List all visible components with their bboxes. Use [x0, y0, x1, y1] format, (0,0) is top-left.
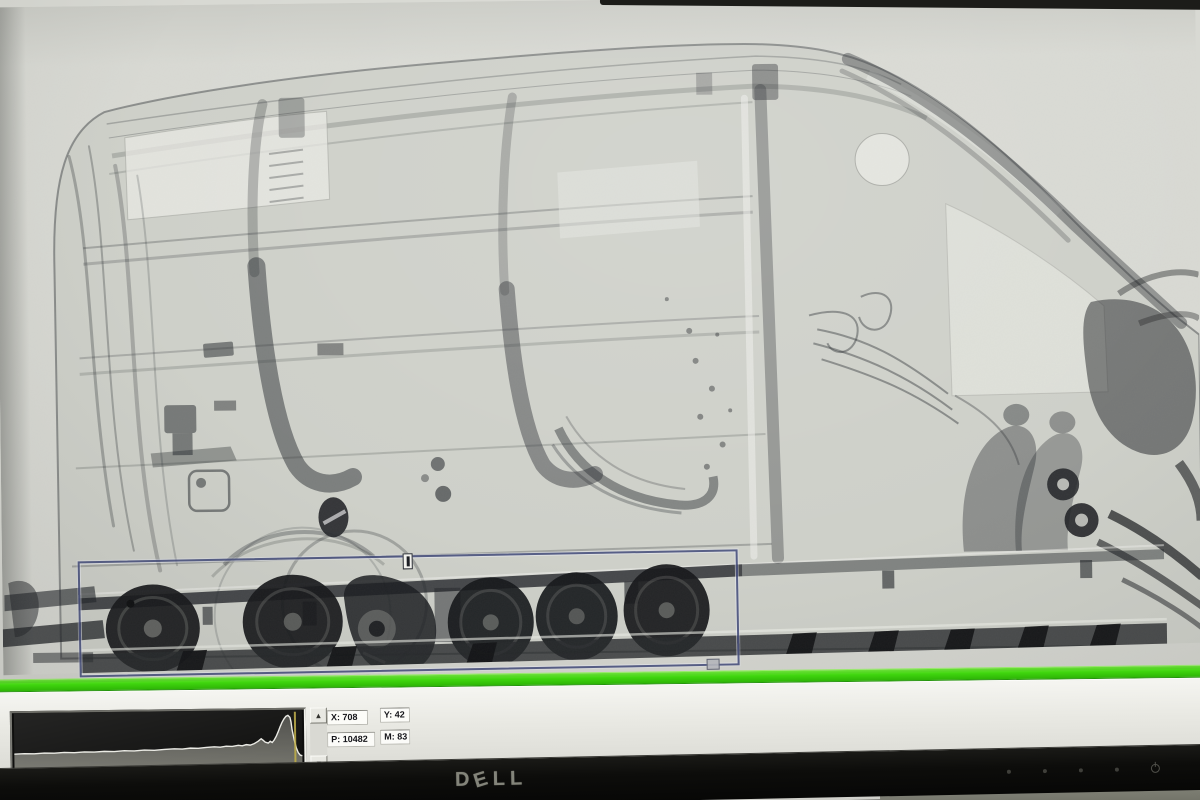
selection-handle-top[interactable]: [403, 553, 413, 569]
handle-glyph: [406, 556, 409, 566]
monitor-button-dot: [1079, 768, 1083, 772]
scanner-screen: ›: [0, 0, 1200, 800]
readout-y-value: 42: [395, 709, 405, 719]
readout-p-label: P:: [331, 734, 340, 744]
readout-x-value: 708: [342, 712, 357, 722]
readout-p-value: 10482: [343, 734, 368, 744]
selection-box[interactable]: [78, 549, 740, 677]
dell-logo: DELL: [455, 767, 528, 791]
readout-m: M: 83: [380, 729, 410, 744]
monitor-photo: ›: [0, 0, 1200, 800]
power-icon: [1151, 764, 1160, 773]
readout-y: Y: 42: [380, 707, 410, 722]
readout-m-value: 83: [397, 731, 407, 741]
readout-y-label: Y:: [384, 710, 392, 720]
monitor-buttons: [1007, 764, 1160, 776]
selection-handle-bottom-right[interactable]: [707, 659, 720, 670]
monitor-button-dot: [1043, 769, 1047, 773]
scroll-up-button[interactable]: ▲: [310, 707, 327, 723]
readout-m-label: M:: [384, 732, 395, 742]
logo-letter: L: [510, 767, 528, 789]
screen-content: ›: [0, 0, 1200, 800]
readout-p: P: 10482: [327, 732, 375, 748]
monitor-button-dot: [1115, 767, 1119, 771]
monitor-button-dot: [1007, 769, 1011, 773]
readout-x-label: X:: [331, 712, 340, 722]
readout-x: X: 708: [327, 710, 368, 725]
